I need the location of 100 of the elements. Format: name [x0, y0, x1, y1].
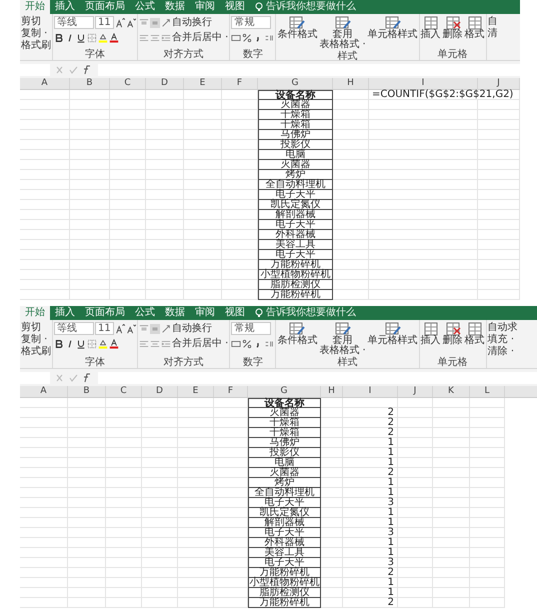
- cells-button[interactable]: 删除: [442, 16, 463, 40]
- column-header[interactable]: F: [214, 386, 248, 397]
- ribbon-tab[interactable]: 数据: [160, 306, 190, 320]
- font-name-field[interactable]: 等线: [54, 16, 94, 29]
- cells-button[interactable]: 插入: [420, 322, 441, 346]
- cells-button[interactable]: 插入: [420, 16, 441, 40]
- column-header[interactable]: C: [110, 78, 146, 89]
- borders-icon[interactable]: [87, 32, 97, 42]
- column-header[interactable]: E: [184, 78, 222, 89]
- grow-font-icon[interactable]: [115, 18, 125, 28]
- clipboard-button[interactable]: 剪切: [21, 16, 51, 28]
- column-header[interactable]: H: [321, 386, 343, 397]
- editing-button[interactable]: 自: [488, 16, 519, 28]
- column-header[interactable]: G: [258, 78, 333, 89]
- ribbon-tab[interactable]: 公式: [130, 306, 160, 320]
- ribbon-tab[interactable]: 审阅: [190, 0, 220, 14]
- ribbon-tab[interactable]: 公式: [130, 0, 160, 14]
- ribbon-tab[interactable]: 视图: [220, 0, 250, 14]
- column-header[interactable]: D: [142, 386, 178, 397]
- shrink-font-icon[interactable]: [126, 18, 136, 28]
- clipboard-button[interactable]: 复制 ·: [21, 334, 51, 346]
- column-header[interactable]: E: [178, 386, 214, 397]
- shrink-font-icon[interactable]: [126, 324, 136, 334]
- column-header[interactable]: F: [222, 78, 258, 89]
- font-name-field[interactable]: 等线: [54, 322, 94, 335]
- editing-button[interactable]: 清除 ·: [488, 346, 536, 358]
- ribbon-tab[interactable]: 插入: [50, 0, 80, 14]
- ribbon-tab[interactable]: 插入: [50, 306, 80, 320]
- merge-center-button[interactable]: 合并后居中 ·: [172, 32, 228, 44]
- font-color-icon[interactable]: [109, 32, 119, 42]
- number-format-field[interactable]: 常规: [231, 322, 272, 335]
- column-header[interactable]: K: [433, 386, 470, 397]
- percent-icon[interactable]: [242, 338, 252, 348]
- cells-button[interactable]: 格式: [464, 322, 485, 346]
- currency-icon[interactable]: [231, 338, 242, 348]
- ribbon-tab[interactable]: 视图: [220, 306, 250, 320]
- column-header[interactable]: J: [398, 386, 433, 397]
- font-size-field[interactable]: 11: [95, 322, 114, 335]
- editing-button[interactable]: 清: [488, 28, 519, 40]
- style-button[interactable]: 单元格样式: [368, 322, 418, 346]
- tell-me-field[interactable]: 告诉我你想要做什么: [266, 0, 356, 14]
- style-button[interactable]: 单元格样式: [368, 16, 418, 40]
- style-button[interactable]: 套用 表格格式 ·: [319, 322, 366, 356]
- style-button[interactable]: 条件格式: [277, 322, 318, 346]
- column-header[interactable]: A: [20, 78, 70, 89]
- editing-button[interactable]: 自动求: [488, 322, 536, 334]
- table-cell: [146, 100, 184, 110]
- table-cell: [398, 548, 433, 558]
- fill-color-icon[interactable]: [98, 338, 108, 348]
- ribbon-tab[interactable]: 数据: [160, 0, 190, 14]
- currency-icon[interactable]: [231, 32, 242, 42]
- ribbon-tab[interactable]: 开始: [20, 306, 50, 320]
- underline-icon[interactable]: [76, 32, 86, 42]
- merge-center-button[interactable]: 合并后居中 ·: [172, 338, 228, 350]
- style-button[interactable]: 条件格式: [277, 16, 318, 40]
- column-header[interactable]: C: [106, 386, 142, 397]
- column-header[interactable]: I: [369, 78, 478, 89]
- tell-me-field[interactable]: 告诉我你想要做什么: [266, 306, 356, 320]
- borders-icon[interactable]: [87, 338, 97, 348]
- orientation-icon[interactable]: [161, 324, 171, 334]
- style-button[interactable]: 套用 表格格式 ·: [319, 16, 366, 50]
- cells-button[interactable]: 格式: [464, 16, 485, 40]
- table-cell: [184, 190, 222, 200]
- bold-icon[interactable]: [54, 32, 64, 42]
- underline-icon[interactable]: [76, 338, 86, 348]
- column-header[interactable]: L: [470, 386, 505, 397]
- column-header[interactable]: B: [68, 386, 106, 397]
- clipboard-button[interactable]: 格式刷: [21, 40, 51, 52]
- column-header[interactable]: B: [70, 78, 110, 89]
- font-size-field[interactable]: 11: [95, 16, 114, 29]
- ribbon-tab[interactable]: 页面布局: [80, 0, 130, 14]
- column-header[interactable]: I: [343, 386, 398, 397]
- decimal-icon[interactable]: [264, 32, 274, 42]
- fill-color-icon[interactable]: [98, 32, 108, 42]
- orientation-icon[interactable]: [161, 18, 171, 28]
- wrap-text-button[interactable]: 自动换行: [172, 16, 212, 28]
- column-header[interactable]: D: [146, 78, 184, 89]
- ribbon-tab[interactable]: 审阅: [190, 306, 220, 320]
- ribbon-tab[interactable]: 页面布局: [80, 306, 130, 320]
- table-cell: [398, 498, 433, 508]
- decimal-icon[interactable]: [264, 338, 274, 348]
- align-middle-icon[interactable]: [150, 18, 160, 28]
- clipboard-button[interactable]: 剪切: [21, 322, 51, 334]
- cells-button[interactable]: 删除: [442, 322, 463, 346]
- column-header[interactable]: J: [478, 78, 520, 89]
- column-header[interactable]: A: [20, 386, 68, 397]
- ribbon-tab[interactable]: 开始: [20, 0, 50, 14]
- editing-button[interactable]: 填充 ·: [488, 334, 536, 346]
- column-header[interactable]: G: [248, 386, 321, 397]
- wrap-text-button[interactable]: 自动换行: [172, 322, 212, 334]
- bold-icon[interactable]: [54, 338, 64, 348]
- align-middle-icon[interactable]: [150, 324, 160, 334]
- column-header[interactable]: H: [333, 78, 369, 89]
- table-cell: [184, 130, 222, 140]
- grow-font-icon[interactable]: [115, 324, 125, 334]
- clipboard-button[interactable]: 格式刷: [21, 346, 51, 358]
- clipboard-button[interactable]: 复制 ·: [21, 28, 51, 40]
- number-format-field[interactable]: 常规: [231, 16, 272, 29]
- percent-icon[interactable]: [242, 32, 252, 42]
- font-color-icon[interactable]: [109, 338, 119, 348]
